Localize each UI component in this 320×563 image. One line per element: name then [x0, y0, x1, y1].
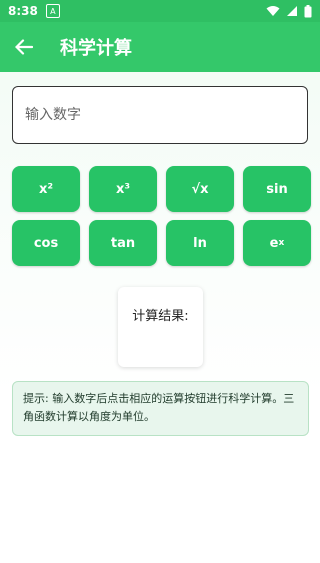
exp-button-sup: x	[278, 238, 285, 248]
status-icons	[266, 4, 312, 18]
sin-button[interactable]: sin	[243, 166, 311, 212]
status-time: 8:38	[8, 4, 38, 18]
cube-button[interactable]: x³	[89, 166, 157, 212]
hint-box: 提示: 输入数字后点击相应的运算按钮进行科学计算。三角函数计算以角度为单位。	[12, 381, 309, 436]
notification-a-icon: A	[45, 4, 60, 18]
number-input-container[interactable]	[12, 86, 308, 144]
exp-button-base: e	[269, 235, 279, 251]
operation-buttons: x² x³ √x sin cos tan ln ex	[12, 166, 311, 266]
signal-icon	[287, 6, 297, 16]
hint-text: 提示: 输入数字后点击相应的运算按钮进行科学计算。三角函数计算以角度为单位。	[23, 392, 295, 423]
sqrt-button[interactable]: √x	[166, 166, 234, 212]
status-bar: 8:38 A	[0, 0, 320, 22]
wifi-icon	[266, 6, 280, 16]
result-label: 计算结果:	[132, 309, 189, 324]
battery-icon	[304, 4, 312, 17]
ln-button[interactable]: ln	[166, 220, 234, 266]
page-title: 科学计算	[60, 38, 132, 59]
tan-button[interactable]: tan	[89, 220, 157, 266]
square-button[interactable]: x²	[12, 166, 80, 212]
number-input[interactable]	[13, 87, 307, 143]
cos-button[interactable]: cos	[12, 220, 80, 266]
back-arrow-icon[interactable]	[12, 35, 36, 59]
app-bar: 科学计算	[0, 22, 320, 72]
result-card: 计算结果:	[118, 287, 203, 367]
exp-button[interactable]: ex	[243, 220, 311, 266]
